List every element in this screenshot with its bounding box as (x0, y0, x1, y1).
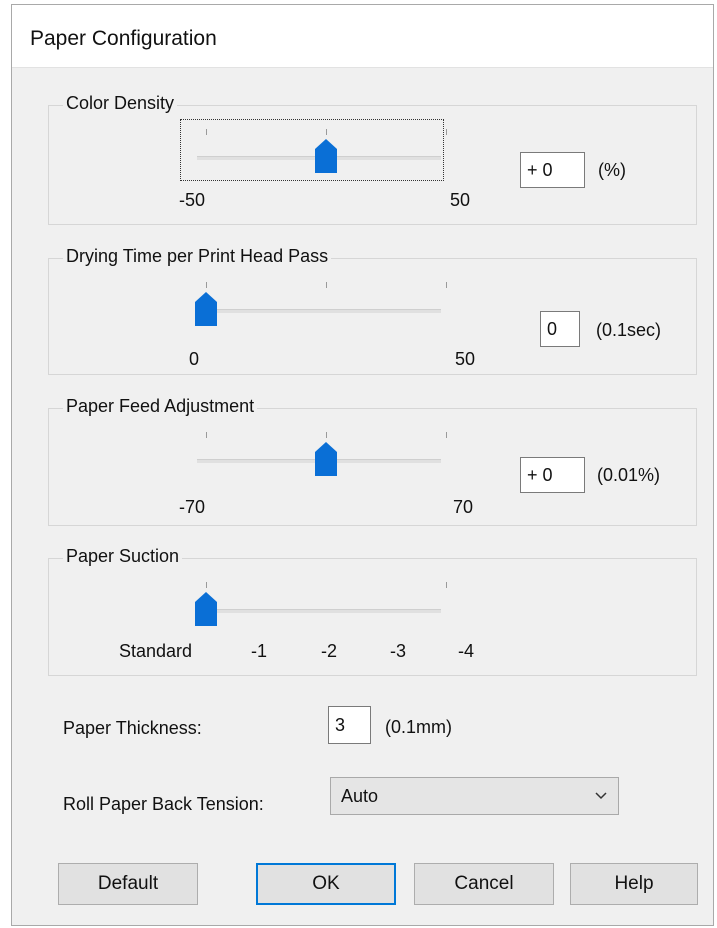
paper-suction-slider[interactable] (181, 573, 447, 633)
ok-button[interactable]: OK (256, 863, 396, 905)
chevron-down-icon (595, 792, 607, 800)
help-button[interactable]: Help (570, 863, 698, 905)
paper-feed-slider[interactable] (181, 423, 447, 483)
drying-time-input[interactable]: 0 (540, 311, 580, 347)
default-button[interactable]: Default (58, 863, 198, 905)
slider-thumb[interactable] (315, 139, 337, 173)
slider-tick (206, 282, 207, 288)
scale-max-label: 50 (455, 349, 476, 369)
paper-thickness-input[interactable]: 3 (328, 706, 371, 744)
slider-tick (326, 282, 327, 288)
color-density-label: Color Density (63, 93, 178, 114)
suction-scale-label: -1 (251, 641, 268, 661)
paper-thickness-label: Paper Thickness: (63, 718, 202, 738)
drying-time-group: Drying Time per Print Head Pass 0 50 0 (… (48, 246, 697, 375)
paper-feed-group: Paper Feed Adjustment -70 70 + 0 (0.01%) (48, 396, 697, 526)
suction-scale-label: -3 (390, 641, 407, 661)
drying-time-unit: (0.1sec) (596, 320, 662, 340)
scale-max-label: 50 (450, 190, 471, 210)
color-density-group: Color Density -50 50 + 0 (%) (48, 93, 697, 225)
slider-tick (326, 129, 327, 135)
paper-suction-label: Paper Suction (63, 546, 183, 567)
paper-configuration-dialog: Paper Configuration Color Density -50 50… (11, 4, 714, 926)
slider-tick (206, 432, 207, 438)
slider-tick (446, 129, 447, 135)
paper-feed-label: Paper Feed Adjustment (63, 396, 258, 417)
slider-thumb[interactable] (195, 592, 217, 626)
roll-tension-value: Auto (341, 786, 379, 806)
suction-scale-label: -4 (458, 641, 475, 661)
slider-tick (206, 129, 207, 135)
scale-max-label: 70 (453, 497, 474, 517)
paper-feed-unit: (0.01%) (597, 465, 661, 485)
slider-tick (446, 432, 447, 438)
scale-min-label: -70 (179, 497, 206, 517)
slider-tick (446, 582, 447, 588)
suction-scale-label: Standard (119, 641, 193, 661)
scale-min-label: 0 (189, 349, 200, 369)
cancel-button[interactable]: Cancel (414, 863, 554, 905)
slider-tick (206, 582, 207, 588)
slider-thumb[interactable] (195, 292, 217, 326)
paper-suction-group: Paper Suction Standard -1 -2 -3 -4 (48, 546, 697, 676)
roll-tension-select[interactable]: Auto (330, 777, 619, 815)
drying-time-label: Drying Time per Print Head Pass (63, 246, 332, 267)
dialog-title: Paper Configuration (30, 27, 217, 50)
scale-min-label: -50 (179, 190, 206, 210)
color-density-input[interactable]: + 0 (520, 152, 585, 188)
slider-tick (446, 282, 447, 288)
title-bar: Paper Configuration (12, 5, 713, 68)
slider-tick (326, 432, 327, 438)
suction-scale-label: -2 (321, 641, 338, 661)
slider-track (197, 309, 441, 313)
slider-track (197, 609, 441, 613)
drying-time-slider[interactable] (181, 273, 447, 333)
color-density-unit: (%) (598, 160, 626, 180)
slider-thumb[interactable] (315, 442, 337, 476)
paper-feed-input[interactable]: + 0 (520, 457, 585, 493)
paper-thickness-unit: (0.1mm) (385, 717, 452, 737)
color-density-slider[interactable] (180, 119, 447, 181)
roll-tension-label: Roll Paper Back Tension: (63, 794, 264, 814)
